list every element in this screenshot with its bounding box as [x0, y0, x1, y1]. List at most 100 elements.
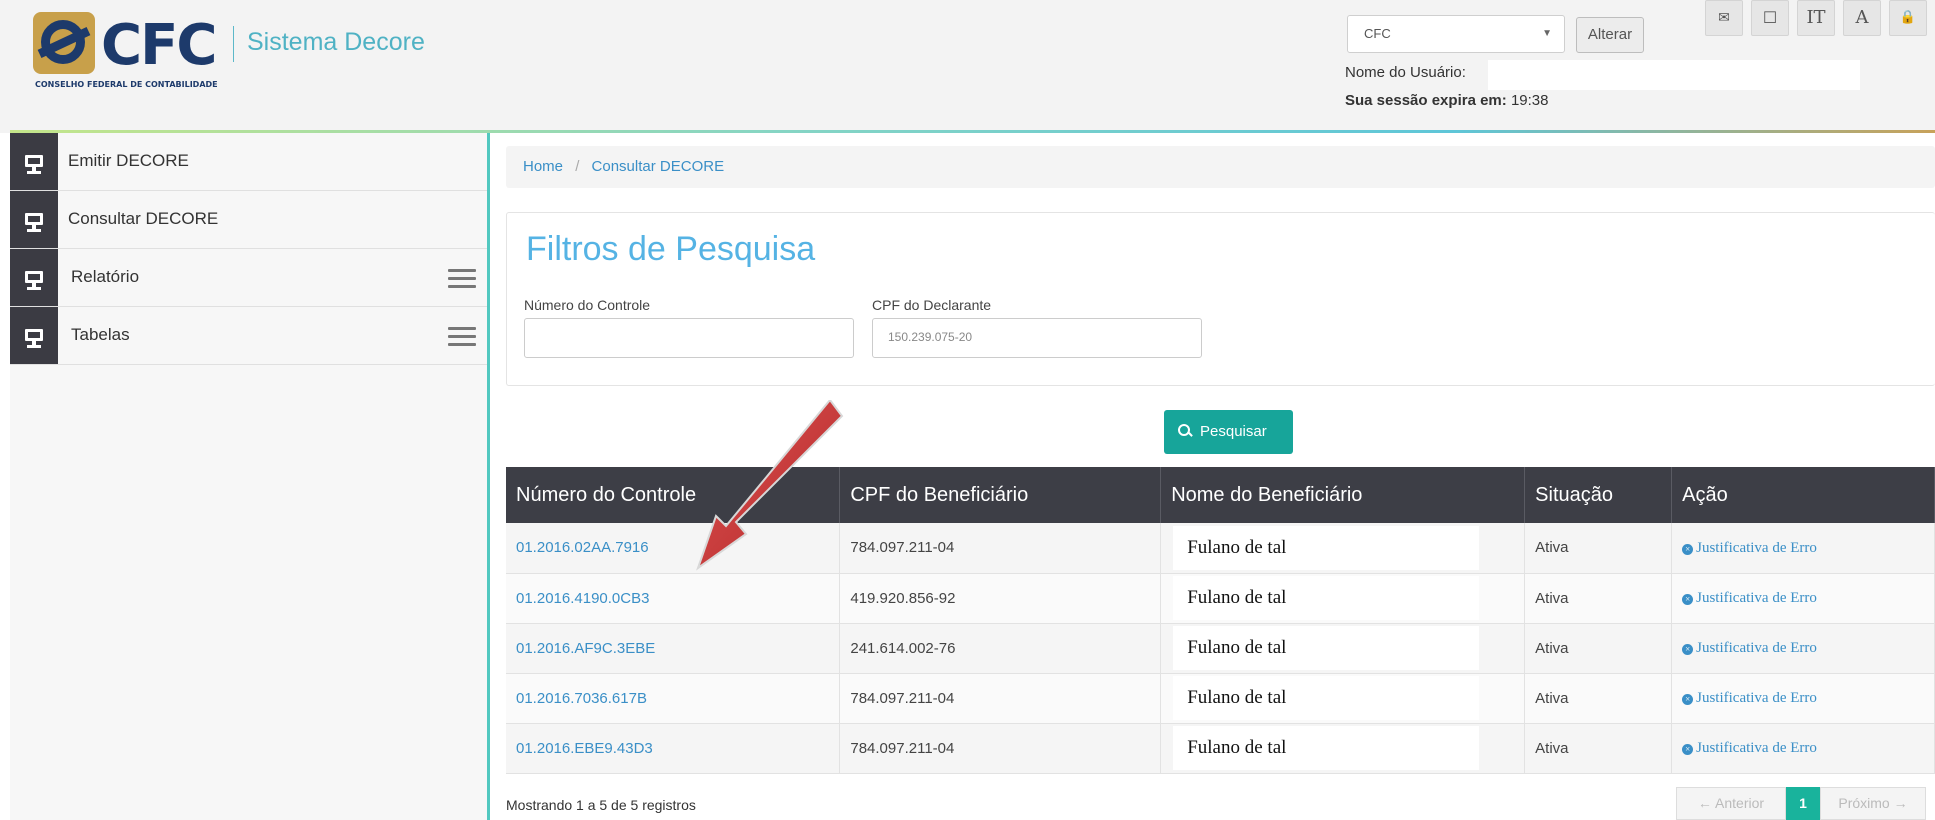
- status-cell: Ativa: [1524, 723, 1673, 774]
- status-cell: Ativa: [1524, 523, 1673, 574]
- justify-error-link[interactable]: × Justificativa de Erro: [1682, 740, 1817, 756]
- x-circle-icon: ×: [1682, 543, 1694, 555]
- app-name: Sistema Decore: [247, 28, 425, 56]
- justify-error-label: Justificativa de Erro: [1696, 640, 1817, 656]
- monitor-icon: [10, 307, 58, 364]
- justify-error-link[interactable]: × Justificativa de Erro: [1682, 640, 1817, 656]
- sidebar-item-tabelas[interactable]: Tabelas: [10, 307, 487, 365]
- alter-button[interactable]: Alterar: [1576, 17, 1644, 53]
- action-cell: × Justificativa de Erro: [1671, 723, 1935, 774]
- cfc-emblem-icon: [33, 12, 95, 74]
- cpf-cell: 784.097.211-04: [839, 673, 1162, 724]
- column-header-status[interactable]: Situação: [1524, 467, 1673, 523]
- status-cell: Ativa: [1524, 623, 1673, 674]
- cpf-cell: 419.920.856-92: [839, 573, 1162, 624]
- control-number-link[interactable]: 01.2016.02AA.7916: [506, 523, 841, 574]
- x-circle-icon: ×: [1682, 644, 1694, 655]
- session-label: Sua sessão expira em:: [1345, 92, 1507, 109]
- menu-icon[interactable]: [448, 327, 476, 346]
- sidebar-item-label: Relatório: [71, 267, 140, 286]
- prev-page-button[interactable]: ← Anterior: [1676, 787, 1786, 820]
- beneficiary-name: Fulano de tal: [1173, 726, 1480, 770]
- logo-subtitle: CONSELHO FEDERAL DE CONTABILIDADE: [35, 80, 218, 89]
- envelope-icon[interactable]: ✉: [1705, 0, 1743, 36]
- window-icon[interactable]: ☐: [1751, 0, 1789, 36]
- control-number-label: Número do Controle: [524, 297, 651, 313]
- text-size-icon[interactable]: ΙT: [1797, 0, 1835, 36]
- monitor-icon: [10, 133, 58, 190]
- sidebar-item-label: Emitir DECORE: [68, 151, 189, 170]
- breadcrumb-current[interactable]: Consultar DECORE: [592, 158, 725, 175]
- sidebar-item-label: Tabelas: [71, 325, 130, 344]
- name-cell: Fulano de tal: [1160, 673, 1526, 724]
- filter-title: Filtros de Pesquisa: [526, 230, 816, 268]
- sidebar-item-relatorio[interactable]: Relatório: [10, 249, 487, 307]
- justify-error-link[interactable]: × Justificativa de Erro: [1682, 590, 1817, 606]
- org-select[interactable]: CFC ▼: [1347, 15, 1565, 53]
- sidebar-item-label: Consultar DECORE: [68, 209, 219, 228]
- org-select-value: CFC: [1364, 26, 1391, 41]
- cpf-cell: 241.614.002-76: [839, 623, 1162, 674]
- justify-error-label: Justificativa de Erro: [1696, 590, 1817, 606]
- breadcrumb: Home / Consultar DECORE: [506, 146, 1935, 188]
- justify-error-label: Justificativa de Erro: [1696, 539, 1817, 556]
- cpf-cell: 784.097.211-04: [839, 523, 1162, 574]
- page-1-button[interactable]: 1: [1786, 787, 1820, 820]
- justify-error-link[interactable]: × Justificativa de Erro: [1682, 540, 1817, 556]
- x-circle-icon: ×: [1682, 694, 1694, 705]
- name-cell: Fulano de tal: [1160, 523, 1526, 574]
- breadcrumb-separator: /: [575, 158, 580, 175]
- font-icon[interactable]: A: [1843, 0, 1881, 36]
- table-row: 01.2016.EBE9.43D3 784.097.211-04 Fulano …: [506, 723, 1935, 774]
- records-info: Mostrando 1 a 5 de 5 registros: [506, 797, 696, 813]
- control-number-link[interactable]: 01.2016.4190.0CB3: [506, 573, 841, 624]
- menu-icon[interactable]: [448, 269, 476, 288]
- user-name-label: Nome do Usuário:: [1345, 64, 1466, 81]
- action-cell: × Justificativa de Erro: [1671, 523, 1935, 574]
- lock-icon[interactable]: 🔒: [1889, 0, 1927, 36]
- logo-text: CFC: [101, 13, 217, 78]
- control-number-input[interactable]: [524, 318, 854, 358]
- sidebar-item-emitir-decore[interactable]: Emitir DECORE: [10, 133, 487, 191]
- action-cell: × Justificativa de Erro: [1671, 673, 1935, 724]
- sidebar: Emitir DECORE Consultar DECORE Relatório…: [10, 133, 490, 820]
- monitor-icon: [10, 191, 58, 248]
- next-page-button[interactable]: Próximo →: [1820, 787, 1926, 820]
- session-expiry: Sua sessão expira em: 19:38: [1345, 92, 1548, 109]
- table-row: 01.2016.7036.617B 784.097.211-04 Fulano …: [506, 673, 1935, 724]
- user-name-value: [1488, 60, 1860, 90]
- filter-panel: Filtros de Pesquisa Número do Controle C…: [506, 212, 1935, 386]
- session-time: 19:38: [1510, 92, 1549, 109]
- x-circle-icon: ×: [1682, 594, 1694, 605]
- status-cell: Ativa: [1524, 573, 1673, 624]
- table-header-row: Número do Controle CPF do Beneficiário N…: [506, 467, 1935, 523]
- column-header-action: Ação: [1671, 467, 1935, 523]
- chevron-down-icon: ▼: [1542, 28, 1552, 39]
- header: CFC CONSELHO FEDERAL DE CONTABILIDADE Si…: [0, 0, 1935, 133]
- results-table: Número do Controle CPF do Beneficiário N…: [506, 467, 1935, 774]
- breadcrumb-home[interactable]: Home: [523, 158, 563, 175]
- beneficiary-name: Fulano de tal: [1173, 525, 1480, 570]
- table-row: 01.2016.4190.0CB3 419.920.856-92 Fulano …: [506, 573, 1935, 624]
- monitor-icon: [10, 249, 58, 306]
- cfc-logo[interactable]: CFC CONSELHO FEDERAL DE CONTABILIDADE: [33, 10, 233, 90]
- column-header-cpf[interactable]: CPF do Beneficiário: [839, 467, 1162, 523]
- x-circle-icon: ×: [1682, 744, 1694, 755]
- search-button[interactable]: Pesquisar: [1164, 410, 1293, 454]
- cpf-declarante-input[interactable]: 150.239.075-20: [872, 318, 1202, 358]
- column-header-name[interactable]: Nome do Beneficiário: [1160, 467, 1526, 523]
- justify-error-link[interactable]: × Justificativa de Erro: [1682, 690, 1817, 706]
- cpf-cell: 784.097.211-04: [839, 723, 1162, 774]
- column-header-control[interactable]: Número do Controle: [506, 467, 841, 523]
- beneficiary-name: Fulano de tal: [1173, 626, 1480, 670]
- table-row: 01.2016.AF9C.3EBE 241.614.002-76 Fulano …: [506, 623, 1935, 674]
- sidebar-item-consultar-decore[interactable]: Consultar DECORE: [10, 191, 487, 249]
- logo-divider: [233, 26, 234, 62]
- search-button-label: Pesquisar: [1200, 423, 1267, 440]
- control-number-link[interactable]: 01.2016.AF9C.3EBE: [506, 623, 841, 674]
- name-cell: Fulano de tal: [1160, 623, 1526, 674]
- justify-error-label: Justificativa de Erro: [1696, 740, 1817, 756]
- control-number-link[interactable]: 01.2016.EBE9.43D3: [506, 723, 841, 774]
- control-number-link[interactable]: 01.2016.7036.617B: [506, 673, 841, 724]
- name-cell: Fulano de tal: [1160, 723, 1526, 774]
